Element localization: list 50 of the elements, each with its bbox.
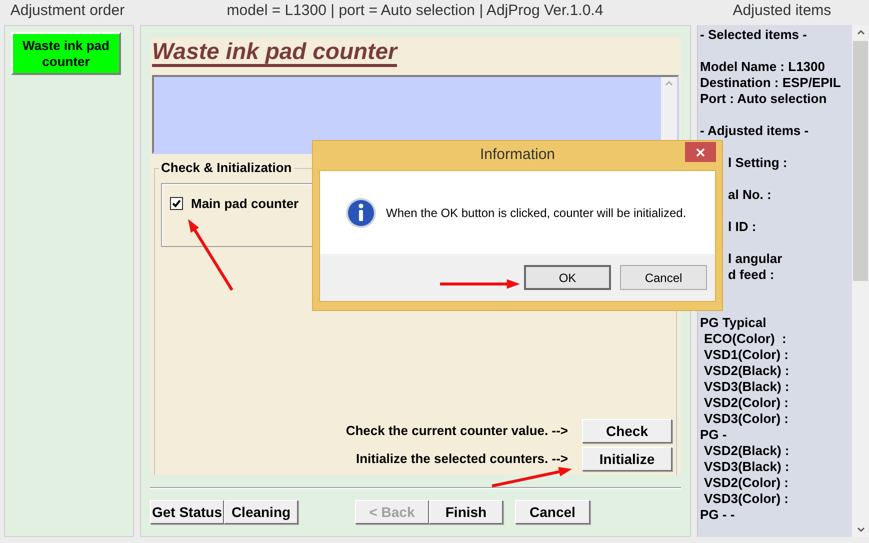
info-line: - Selected items - [700, 27, 808, 43]
window-title: model = L1300 | port = Auto selection | AdjProg Ver.1.0.4 [226, 1, 604, 21]
dialog-message: When the OK button is clicked, counter will be initialized. [386, 204, 686, 222]
footer-button[interactable]: Finish [429, 500, 503, 524]
scrollbar[interactable] [852, 25, 869, 537]
info-line: PG Typical [700, 315, 768, 331]
footer-button[interactable]: Cleaning [224, 500, 298, 524]
action-button[interactable]: Check [582, 419, 672, 443]
adjustment-item-button[interactable]: Waste ink pad counter [11, 32, 121, 75]
info-line: VSD2(Black) : [703, 363, 790, 379]
close-button[interactable] [685, 142, 716, 162]
info-line: PG - - [700, 507, 736, 523]
scroll-thumb[interactable] [853, 41, 868, 281]
action-hint: Initialize the selected counters. --> [356, 450, 568, 468]
info-line: Port : Auto selection [700, 91, 828, 107]
page-heading: Waste ink pad counter [152, 38, 397, 67]
panel-header: Adjustment order [9, 1, 126, 21]
checkbox-label: Main pad counter [191, 195, 299, 213]
info-line: VSD3(Color) : [703, 411, 790, 427]
info-line: VSD3(Color) : [703, 491, 790, 507]
info-line: d feed : [727, 267, 776, 283]
scroll-up-icon[interactable] [856, 29, 864, 35]
dialog-button[interactable]: Cancel [620, 265, 707, 290]
info-icon [345, 196, 377, 228]
info-line: Destination : ESP/EPIL [700, 75, 842, 91]
panel-header: Adjusted items [732, 1, 832, 21]
info-line: VSD2(Black) : [703, 443, 790, 459]
info-line: l Setting : [727, 155, 788, 171]
info-line: PG - [700, 427, 728, 443]
scroll-down-icon[interactable] [856, 527, 864, 533]
checkbox[interactable] [170, 197, 183, 210]
info-line: ECO(Color) : [703, 331, 788, 347]
info-line: VSD2(Color) : [703, 475, 790, 491]
action-hint: Check the current counter value. --> [346, 422, 568, 440]
info-line: l angular [727, 251, 784, 267]
dialog-title: Information [480, 145, 556, 166]
footer-button[interactable]: Cancel [515, 500, 590, 524]
info-line: - Adjusted items - [700, 123, 810, 139]
info-line: VSD2(Color) : [703, 395, 790, 411]
close-icon [696, 148, 705, 156]
pointer-arrow [188, 219, 234, 291]
dialog-button[interactable]: OK [524, 265, 611, 290]
info-line: VSD3(Black) : [703, 459, 790, 475]
info-line: Model Name : L1300 [700, 59, 826, 75]
info-line: VSD3(Black) : [703, 379, 790, 395]
action-button[interactable]: Initialize [582, 447, 672, 471]
footer-button[interactable]: Get Status [150, 500, 224, 524]
info-line: al No. : [727, 187, 772, 203]
info-line: l ID : [727, 219, 758, 235]
info-line: VSD1(Color) : [703, 347, 790, 363]
